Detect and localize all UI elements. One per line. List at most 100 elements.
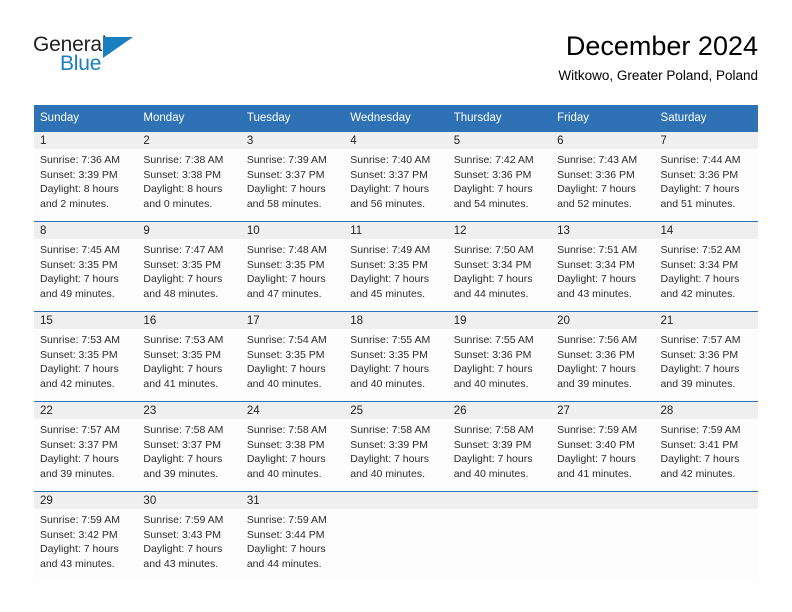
day-cell[interactable]: 5 Sunrise: 7:42 AM Sunset: 3:36 PM Daylight… xyxy=(447,131,552,221)
day-cell[interactable]: 10 Sunrise: 7:48 AM Sunset: 3:35 PM Dayligh… xyxy=(240,221,345,311)
day-cell[interactable]: 29 Sunrise: 7:59 AM Sunset: 3:42 PM Dayligh… xyxy=(34,491,138,581)
day-cell[interactable]: 11 Sunrise: 7:49 AM Sunset: 3:35 PM Dayligh… xyxy=(344,221,448,311)
daylight-text-line1: Daylight: 7 hours xyxy=(453,363,533,376)
sunset-text: Sunset: 3:36 PM xyxy=(557,168,635,181)
daylight-text-line1: Daylight: 7 hours xyxy=(143,543,223,556)
weekday-header-sunday: Sunday xyxy=(34,105,138,131)
day-details: Sunrise: 7:36 AM Sunset: 3:39 PM Daylight:… xyxy=(34,149,137,211)
title-block: December 2024 Witkowo, Greater Poland, P… xyxy=(558,30,758,86)
day-cell[interactable]: 18 Sunrise: 7:55 AM Sunset: 3:35 PM Dayligh… xyxy=(344,311,448,401)
day-cell[interactable]: 17 Sunrise: 7:54 AM Sunset: 3:35 PM Dayligh… xyxy=(240,311,345,401)
day-number: 18 xyxy=(344,312,448,329)
day-details: Sunrise: 7:59 AM Sunset: 3:40 PM Daylight:… xyxy=(551,419,654,481)
day-cell[interactable]: 16 Sunrise: 7:53 AM Sunset: 3:35 PM Dayligh… xyxy=(137,311,241,401)
calendar-grid: Sunday Monday Tuesday Wednesday Thursday… xyxy=(34,105,758,581)
general-blue-logo[interactable]: General Blue xyxy=(33,33,153,79)
day-cell[interactable]: 9 Sunrise: 7:47 AM Sunset: 3:35 PM Daylight… xyxy=(137,221,241,311)
day-number: 8 xyxy=(34,222,138,239)
day-cell[interactable]: 8 Sunrise: 7:45 AM Sunset: 3:35 PM Daylight… xyxy=(34,221,138,311)
day-details: Sunrise: 7:43 AM Sunset: 3:36 PM Daylight:… xyxy=(551,149,654,211)
day-cell[interactable]: 31 Sunrise: 7:59 AM Sunset: 3:44 PM Dayligh… xyxy=(240,491,345,581)
daylight-text-line1: Daylight: 7 hours xyxy=(660,453,740,466)
day-cell[interactable]: 23 Sunrise: 7:58 AM Sunset: 3:37 PM Dayligh… xyxy=(137,401,241,491)
day-number: 16 xyxy=(137,312,241,329)
day-cell[interactable]: 26 Sunrise: 7:58 AM Sunset: 3:39 PM Dayligh… xyxy=(447,401,552,491)
daylight-text-line2: and 58 minutes. xyxy=(246,197,322,210)
sunset-text: Sunset: 3:35 PM xyxy=(350,348,428,361)
day-cell-empty xyxy=(344,491,448,581)
sunrise-text: Sunrise: 7:56 AM xyxy=(557,334,638,346)
page-title: December 2024 xyxy=(565,31,758,61)
day-cell[interactable]: 19 Sunrise: 7:55 AM Sunset: 3:36 PM Dayligh… xyxy=(447,311,552,401)
sunset-text: Sunset: 3:36 PM xyxy=(660,168,739,181)
sunrise-text: Sunrise: 7:58 AM xyxy=(143,424,224,436)
sunset-text: Sunset: 3:42 PM xyxy=(40,528,118,541)
triangle-icon xyxy=(103,37,133,58)
day-details: Sunrise: 7:55 AM Sunset: 3:35 PM Daylight:… xyxy=(344,329,447,391)
day-cell[interactable]: 2 Sunrise: 7:38 AM Sunset: 3:38 PM Daylight… xyxy=(137,131,241,221)
daylight-text-line2: and 48 minutes. xyxy=(143,287,219,300)
day-cell[interactable]: 21 Sunrise: 7:57 AM Sunset: 3:36 PM Dayligh… xyxy=(654,311,758,401)
day-cell[interactable]: 3 Sunrise: 7:39 AM Sunset: 3:37 PM Daylight… xyxy=(240,131,345,221)
sunset-text: Sunset: 3:38 PM xyxy=(246,438,325,451)
day-details: Sunrise: 7:55 AM Sunset: 3:36 PM Daylight:… xyxy=(448,329,551,391)
daylight-text-line1: Daylight: 7 hours xyxy=(453,273,533,286)
day-details xyxy=(448,509,551,513)
day-details xyxy=(551,509,654,513)
location-subtitle: Witkowo, Greater Poland, Poland xyxy=(558,68,758,83)
day-number xyxy=(654,492,758,509)
daylight-text-line1: Daylight: 7 hours xyxy=(350,273,430,286)
daylight-text-line2: and 56 minutes. xyxy=(350,197,425,210)
sunset-text: Sunset: 3:34 PM xyxy=(660,258,739,271)
day-cell[interactable]: 27 Sunrise: 7:59 AM Sunset: 3:40 PM Dayligh… xyxy=(551,401,655,491)
day-cell[interactable]: 30 Sunrise: 7:59 AM Sunset: 3:43 PM Dayligh… xyxy=(137,491,241,581)
sunrise-text: Sunrise: 7:55 AM xyxy=(453,334,534,346)
day-number: 20 xyxy=(551,312,655,329)
sunset-text: Sunset: 3:35 PM xyxy=(143,258,222,271)
day-cell[interactable]: 13 Sunrise: 7:51 AM Sunset: 3:34 PM Dayligh… xyxy=(551,221,655,311)
sunset-text: Sunset: 3:39 PM xyxy=(350,438,428,451)
daylight-text-line1: Daylight: 7 hours xyxy=(557,273,636,286)
daylight-text-line1: Daylight: 7 hours xyxy=(40,273,119,286)
daylight-text-line2: and 43 minutes. xyxy=(143,557,219,570)
weekday-header-thursday: Thursday xyxy=(447,105,552,131)
day-details: Sunrise: 7:44 AM Sunset: 3:36 PM Daylight:… xyxy=(655,149,758,211)
day-cell[interactable]: 20 Sunrise: 7:56 AM Sunset: 3:36 PM Dayligh… xyxy=(551,311,655,401)
day-details xyxy=(655,509,758,513)
daylight-text-line1: Daylight: 7 hours xyxy=(40,543,119,556)
sunrise-text: Sunrise: 7:59 AM xyxy=(557,424,638,436)
daylight-text-line2: and 44 minutes. xyxy=(246,557,322,570)
day-number: 23 xyxy=(137,402,241,419)
day-cell[interactable]: 22 Sunrise: 7:57 AM Sunset: 3:37 PM Dayligh… xyxy=(34,401,138,491)
day-details: Sunrise: 7:59 AM Sunset: 3:41 PM Daylight:… xyxy=(655,419,758,481)
day-cell[interactable]: 6 Sunrise: 7:43 AM Sunset: 3:36 PM Daylight… xyxy=(551,131,655,221)
daylight-text-line1: Daylight: 7 hours xyxy=(246,363,326,376)
day-cell[interactable]: 24 Sunrise: 7:58 AM Sunset: 3:38 PM Dayligh… xyxy=(240,401,345,491)
sunrise-text: Sunrise: 7:44 AM xyxy=(660,154,741,166)
daylight-text-line1: Daylight: 7 hours xyxy=(143,273,223,286)
sunrise-text: Sunrise: 7:40 AM xyxy=(350,154,431,166)
week-row: 8 Sunrise: 7:45 AM Sunset: 3:35 PM Daylight… xyxy=(34,221,758,311)
day-cell[interactable]: 1 Sunrise: 7:36 AM Sunset: 3:39 PM Daylight… xyxy=(34,131,138,221)
weekday-header-saturday: Saturday xyxy=(654,105,758,131)
day-cell[interactable]: 12 Sunrise: 7:50 AM Sunset: 3:34 PM Dayligh… xyxy=(447,221,552,311)
daylight-text-line1: Daylight: 7 hours xyxy=(246,183,326,196)
day-number: 6 xyxy=(551,132,655,149)
day-cell[interactable]: 25 Sunrise: 7:58 AM Sunset: 3:39 PM Dayligh… xyxy=(344,401,448,491)
day-cell[interactable]: 28 Sunrise: 7:59 AM Sunset: 3:41 PM Dayligh… xyxy=(654,401,758,491)
day-details: Sunrise: 7:39 AM Sunset: 3:37 PM Daylight:… xyxy=(241,149,344,211)
day-cell[interactable]: 15 Sunrise: 7:53 AM Sunset: 3:35 PM Dayligh… xyxy=(34,311,138,401)
sunset-text: Sunset: 3:37 PM xyxy=(40,438,118,451)
sunrise-text: Sunrise: 7:58 AM xyxy=(453,424,534,436)
sunset-text: Sunset: 3:36 PM xyxy=(660,348,739,361)
daylight-text-line2: and 41 minutes. xyxy=(143,377,219,390)
sunrise-text: Sunrise: 7:53 AM xyxy=(143,334,224,346)
daylight-text-line2: and 39 minutes. xyxy=(40,467,115,480)
day-cell[interactable]: 4 Sunrise: 7:40 AM Sunset: 3:37 PM Daylight… xyxy=(344,131,448,221)
day-details: Sunrise: 7:59 AM Sunset: 3:42 PM Daylight:… xyxy=(34,509,137,571)
daylight-text-line2: and 42 minutes. xyxy=(660,287,736,300)
day-cell[interactable]: 7 Sunrise: 7:44 AM Sunset: 3:36 PM Daylight… xyxy=(654,131,758,221)
day-cell[interactable]: 14 Sunrise: 7:52 AM Sunset: 3:34 PM Dayligh… xyxy=(654,221,758,311)
sunrise-text: Sunrise: 7:59 AM xyxy=(143,514,224,526)
daylight-text-line1: Daylight: 7 hours xyxy=(246,453,326,466)
